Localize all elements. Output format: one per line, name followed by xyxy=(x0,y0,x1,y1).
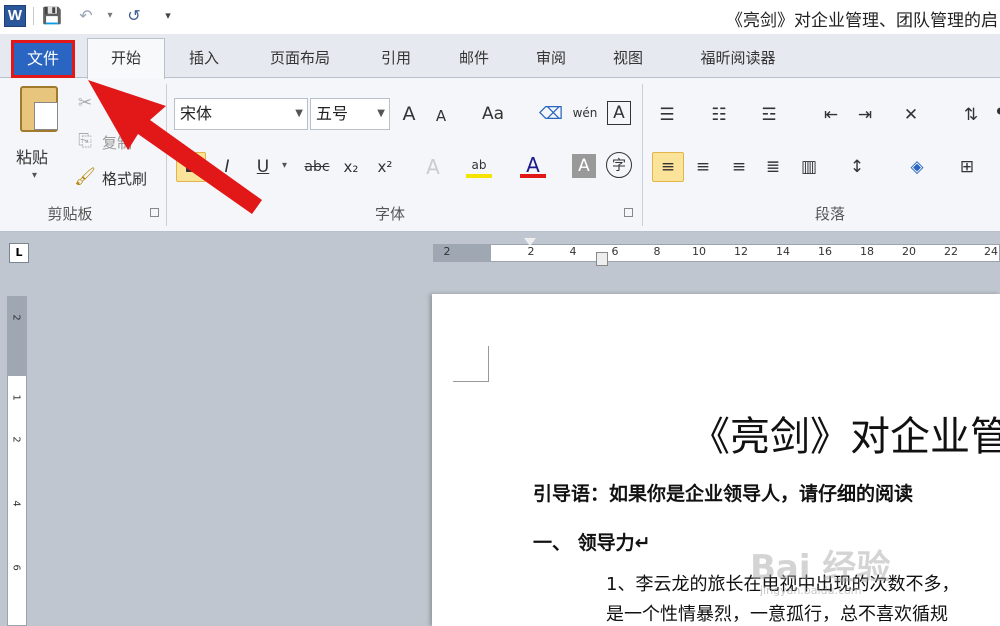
shrink-font-icon[interactable]: A xyxy=(428,103,454,129)
customize-qat-icon[interactable]: ▾ xyxy=(158,6,178,26)
ruler-tick: 4 xyxy=(569,245,577,258)
sort-icon[interactable]: ⇅ xyxy=(958,102,984,128)
font-name-select[interactable]: 宋体 ▼ xyxy=(174,98,308,130)
ruler-tick: 10 xyxy=(692,245,706,258)
tab-references[interactable]: 引用 xyxy=(366,44,426,72)
character-shading-icon[interactable]: A xyxy=(572,154,596,178)
chinese-layout-icon[interactable]: ✕ xyxy=(898,102,924,128)
strikethrough-button[interactable]: abc xyxy=(300,154,334,180)
word-logo-icon[interactable]: W xyxy=(4,5,26,27)
shading-icon[interactable]: ◈ xyxy=(904,154,930,180)
undo-icon[interactable]: ↶ xyxy=(76,6,96,26)
paste-icon[interactable] xyxy=(20,86,58,132)
clear-formatting-icon[interactable]: ⌫ xyxy=(538,101,564,127)
bullets-icon[interactable]: ☰ xyxy=(654,102,680,128)
undo-dropdown-icon[interactable]: ▾ xyxy=(100,6,120,26)
numbering-icon[interactable]: ☷ xyxy=(706,102,732,128)
font-size-select[interactable]: 五号 ▼ xyxy=(310,98,390,130)
baidu-watermark-url: jingyan.baidu.com xyxy=(760,584,862,597)
underline-button[interactable]: U xyxy=(250,154,276,180)
copy-button[interactable]: 复制 xyxy=(102,132,132,153)
tab-selector-icon[interactable]: L xyxy=(9,243,29,263)
ruler-tick: 1 xyxy=(10,394,22,401)
align-right-icon[interactable]: ≡ xyxy=(726,154,752,180)
font-launcher-icon[interactable] xyxy=(624,208,633,217)
ruler-tick: 2 xyxy=(443,245,451,258)
hanging-indent-marker[interactable] xyxy=(596,252,608,266)
save-icon[interactable]: 💾 xyxy=(42,6,62,26)
group-separator xyxy=(642,84,643,226)
document-paragraph[interactable]: 是一个性情暴烈，一意孤行，总不喜欢循规 xyxy=(606,600,948,626)
window-title: 《亮剑》对企业管理、团队管理的启 xyxy=(726,11,998,28)
grow-font-icon[interactable]: A xyxy=(396,101,422,127)
ruler-tick: 2 xyxy=(10,436,22,443)
tab-home[interactable]: 开始 xyxy=(90,44,162,72)
document-lead[interactable]: 引导语：如果你是企业领导人，请仔细的阅读 xyxy=(533,479,913,506)
highlight-color-icon[interactable]: ab xyxy=(466,152,492,178)
tab-foxit-reader[interactable]: 福昕阅读器 xyxy=(676,44,800,72)
show-marks-icon[interactable]: ¶ xyxy=(988,102,1000,128)
horizontal-ruler-ticks: 2 2 4 6 8 10 12 14 16 18 20 22 24 xyxy=(433,244,1000,262)
tab-review[interactable]: 审阅 xyxy=(521,44,581,72)
phonetic-guide-icon[interactable]: wén xyxy=(572,100,598,126)
ruler-tick: 6 xyxy=(10,564,22,571)
baidu-watermark: Bai 经验 xyxy=(750,548,891,588)
ruler-tick: 2 xyxy=(10,314,22,321)
increase-indent-icon[interactable]: ⇥ xyxy=(852,102,878,128)
ruler-tick: 24 xyxy=(984,245,998,258)
paste-dropdown-icon[interactable]: ▾ xyxy=(32,170,37,181)
ruler-tick: 12 xyxy=(734,245,748,258)
document-title[interactable]: 《亮剑》对企业管理 xyxy=(690,404,1000,462)
clipboard-launcher-icon[interactable] xyxy=(150,208,159,217)
ruler-tick: 20 xyxy=(902,245,916,258)
qat-separator xyxy=(33,7,34,25)
align-center-icon[interactable]: ≡ xyxy=(690,154,716,180)
tab-page-layout[interactable]: 页面布局 xyxy=(252,44,348,72)
subscript-button[interactable]: x₂ xyxy=(338,154,364,180)
copy-icon[interactable]: ⎘ xyxy=(72,128,98,154)
format-painter-button[interactable]: 格式刷 xyxy=(102,168,147,189)
tab-view[interactable]: 视图 xyxy=(598,44,658,72)
vertical-ruler-ticks: 2 1 2 4 6 xyxy=(7,296,27,626)
character-border-icon[interactable]: A xyxy=(607,101,631,125)
decrease-indent-icon[interactable]: ⇤ xyxy=(818,102,844,128)
paragraph-group-label: 段落 xyxy=(814,205,845,223)
ruler-tick: 2 xyxy=(527,245,535,258)
justify-icon[interactable]: ≣ xyxy=(760,154,786,180)
first-line-indent-marker[interactable] xyxy=(524,238,536,246)
align-left-button[interactable]: ≡ xyxy=(652,152,684,182)
underline-dropdown-icon[interactable]: ▾ xyxy=(282,160,287,171)
bold-button[interactable]: B xyxy=(176,152,206,182)
enclose-characters-icon[interactable]: 字 xyxy=(606,152,632,178)
font-color-icon[interactable]: A xyxy=(520,152,546,178)
ruler-tick: 8 xyxy=(653,245,661,258)
redo-icon[interactable]: ↺ xyxy=(124,6,144,26)
document-heading[interactable]: 一、 领导力↵ xyxy=(533,528,651,555)
page-margin-corner xyxy=(453,346,489,382)
ruler-tick: 6 xyxy=(611,245,619,258)
ruler-tick: 22 xyxy=(944,245,958,258)
ruler-tick: 14 xyxy=(776,245,790,258)
tab-insert[interactable]: 插入 xyxy=(172,44,236,72)
ruler-tick: 18 xyxy=(860,245,874,258)
text-effects-icon[interactable]: A xyxy=(420,154,446,180)
format-painter-icon[interactable]: 🖌 xyxy=(72,164,98,190)
superscript-button[interactable]: x² xyxy=(372,154,398,180)
ruler-tick: 16 xyxy=(818,245,832,258)
ruler-tick: 4 xyxy=(10,500,22,507)
clipboard-group-label: 剪贴板 xyxy=(47,205,93,223)
group-separator xyxy=(166,84,167,226)
tab-mailings[interactable]: 邮件 xyxy=(444,44,504,72)
change-case-icon[interactable]: Aa xyxy=(476,101,510,127)
borders-icon[interactable]: ⊞ xyxy=(954,154,980,180)
italic-button[interactable]: I xyxy=(214,154,240,180)
scissors-icon[interactable]: ✂ xyxy=(72,90,98,116)
multilevel-list-icon[interactable]: ☲ xyxy=(756,102,782,128)
distributed-icon[interactable]: ▥ xyxy=(796,154,822,180)
tab-file[interactable]: 文件 xyxy=(11,40,75,78)
paste-button[interactable]: 粘贴 xyxy=(16,144,48,168)
font-group-label: 字体 xyxy=(374,205,405,223)
line-spacing-icon[interactable]: ↕ xyxy=(844,154,870,180)
